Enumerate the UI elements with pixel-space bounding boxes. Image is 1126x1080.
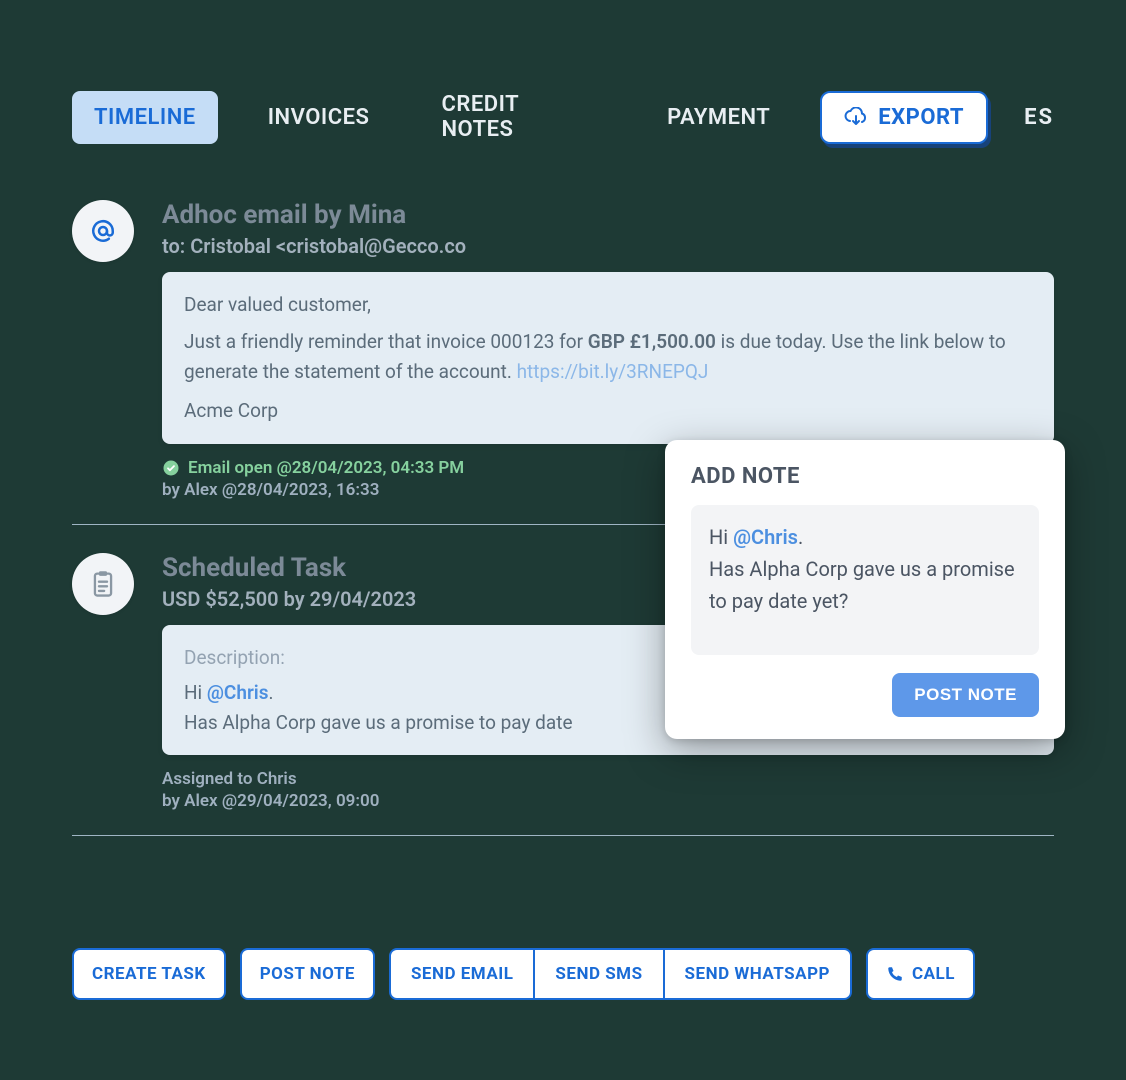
text: . <box>798 525 803 549</box>
tab-timeline[interactable]: TIMELINE <box>72 91 218 144</box>
status-text: Email open @28/04/2023, 04:33 PM <box>188 458 464 478</box>
entry-to-line: to: Cristobal <cristobal@Gecco.co <box>162 234 1054 258</box>
send-email-button[interactable]: SEND EMAIL <box>391 950 535 998</box>
tab-payment[interactable]: PAYMENT <box>645 91 792 144</box>
entry-title: Adhoc email by Mina <box>162 200 1054 230</box>
send-sms-button[interactable]: SEND SMS <box>535 950 664 998</box>
export-label: EXPORT <box>878 105 964 130</box>
popover-title: ADD NOTE <box>691 464 1039 489</box>
offscreen-tab-fragment: ES <box>1024 105 1054 130</box>
text: Just a friendly reminder that invoice 00… <box>184 330 588 353</box>
clipboard-icon <box>72 553 134 615</box>
invoice-amount: GBP £1,500.00 <box>588 330 716 353</box>
statement-link[interactable]: https://bit.ly/3RNEPQJ <box>517 360 709 383</box>
tab-invoices[interactable]: INVOICES <box>246 91 392 144</box>
email-body-line: Dear valued customer, <box>184 290 1032 319</box>
tab-credit-notes[interactable]: CREDIT NOTES <box>419 78 617 156</box>
text: . <box>269 681 274 704</box>
at-sign-icon <box>72 200 134 262</box>
mention[interactable]: @Chris <box>733 525 798 549</box>
action-bar: CREATE TASK POST NOTE SEND EMAIL SEND SM… <box>72 948 1054 1000</box>
email-body-card: Dear valued customer, Just a friendly re… <box>162 272 1054 444</box>
export-button[interactable]: EXPORT <box>820 91 988 144</box>
call-button[interactable]: CALL <box>866 948 975 1000</box>
email-body-line: Just a friendly reminder that invoice 00… <box>184 327 1032 386</box>
add-note-popover: ADD NOTE Hi @Chris. Has Alpha Corp gave … <box>665 440 1065 739</box>
mention[interactable]: @Chris <box>207 681 269 704</box>
note-textarea[interactable]: Hi @Chris. Has Alpha Corp gave us a prom… <box>691 505 1039 655</box>
text: Hi <box>709 525 733 549</box>
cloud-download-icon <box>844 107 868 127</box>
post-note-submit-button[interactable]: POST NOTE <box>892 673 1039 717</box>
call-label: CALL <box>912 964 955 984</box>
post-note-button[interactable]: POST NOTE <box>240 948 375 1000</box>
assigned-to-line: Assigned to Chris <box>162 769 1054 789</box>
phone-icon <box>886 965 904 983</box>
email-signoff: Acme Corp <box>184 396 1032 425</box>
check-circle-icon <box>162 459 180 477</box>
create-task-button[interactable]: CREATE TASK <box>72 948 226 1000</box>
send-whatsapp-button[interactable]: SEND WHATSAPP <box>665 950 850 998</box>
note-body-line: Has Alpha Corp gave us a promise to pay … <box>709 553 1021 617</box>
text: Hi <box>184 681 207 704</box>
tabs-row: TIMELINE INVOICES CREDIT NOTES PAYMENT E… <box>72 78 1054 156</box>
entry-by-line: by Alex @29/04/2023, 09:00 <box>162 791 1054 811</box>
send-button-group: SEND EMAIL SEND SMS SEND WHATSAPP <box>389 948 852 1000</box>
